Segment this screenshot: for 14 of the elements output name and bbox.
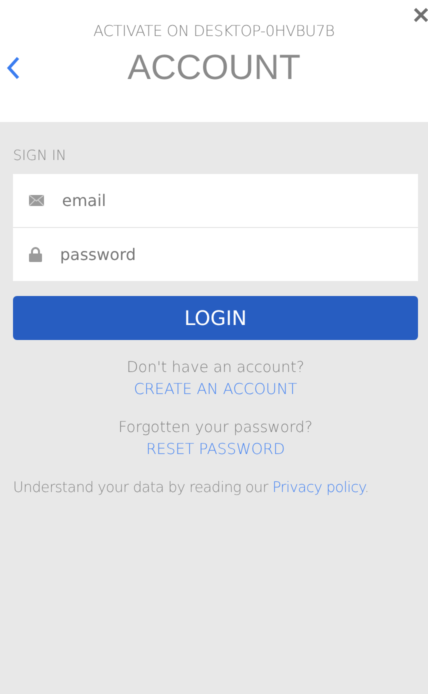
privacy-link[interactable]: Privacy policy (272, 480, 364, 496)
privacy-text: Understand your data by reading our Privacy policy. (13, 480, 370, 496)
prompt-text: Don't have an account? (126, 358, 304, 376)
prompt-text: Forgotten your password? (118, 418, 313, 436)
page-title: ACCOUNT (126, 48, 302, 88)
text-link[interactable]: RESET PASSWORD (146, 440, 285, 458)
text-link[interactable]: CREATE AN ACCOUNT (134, 380, 298, 398)
section-title: SIGN IN (13, 148, 68, 164)
back-icon[interactable] (6, 56, 20, 80)
envelope-icon (29, 195, 44, 206)
window-subtitle: ACTIVATE ON DESKTOP-0HVBU7B (92, 22, 336, 40)
lock-icon (29, 247, 42, 262)
login-button[interactable]: LOGIN (13, 296, 418, 340)
close-icon[interactable] (414, 8, 428, 22)
